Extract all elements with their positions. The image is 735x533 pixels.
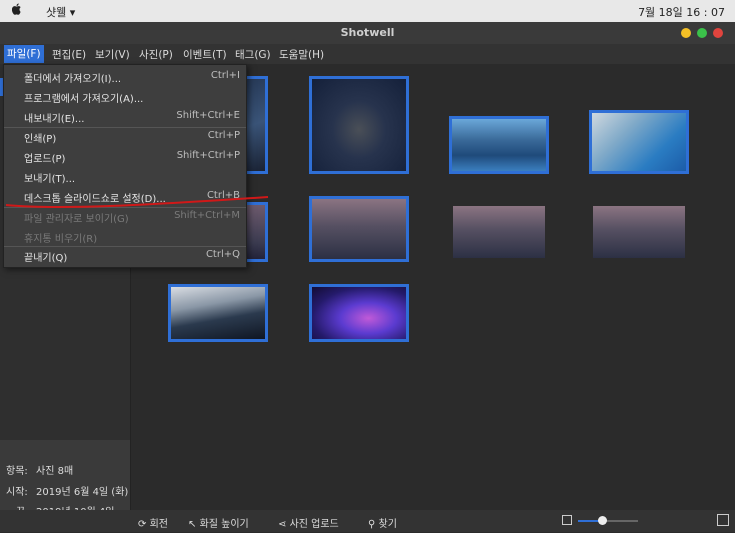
menu-help[interactable]: 도움말(H) [279,47,324,62]
menu-item-accel: Ctrl+P [207,130,240,141]
app-menu[interactable]: 샷웰 ▾ [46,4,75,20]
menu-item-accel: Shift+Ctrl+P [176,150,240,161]
menu-bar: 파일(F) 편집(E) 보기(V) 사진(P) 이벤트(T) 태그(G) 도움말… [0,44,735,64]
photo-thumbnail[interactable] [453,206,545,258]
upload-button[interactable]: ⋖ 사진 업로드 [278,515,339,530]
info-items-value: 사진 8매 [36,466,74,477]
upload-label: 사진 업로드 [289,519,339,530]
menu-item-label: 업로드(P) [24,154,66,165]
menu-item-label: 내보내기(E)... [24,114,85,125]
menu-item-export[interactable]: 내보내기(E)... Shift+Ctrl+E [4,108,246,126]
zoom-in-icon[interactable] [717,514,729,526]
photo-thumbnail[interactable] [168,284,268,342]
menu-item-upload[interactable]: 업로드(P) Shift+Ctrl+P [4,148,246,166]
menu-item-print[interactable]: 인쇄(P) Ctrl+P [4,128,246,146]
apple-menu-icon[interactable] [11,3,22,18]
menu-item-import-folder[interactable]: 폴더에서 가져오기(I)... Ctrl+I [4,68,246,86]
menu-item-accel: Ctrl+B [206,190,240,201]
window-titlebar: Shotwell [0,22,735,44]
search-icon: ⚲ [368,519,376,530]
share-icon: ⋖ [278,519,287,530]
zoom-out-icon[interactable] [562,515,572,525]
menu-item-label: 휴지통 비우기(R) [24,234,98,245]
clock[interactable]: 7월 18일 16 : 07 [638,4,725,20]
info-start-label: 시작: [6,487,28,498]
menu-item-label: 데스크톱 슬라이드쇼로 설정(D)... [24,194,166,205]
info-panel: 항목: 사진 8매 시작: 2019년 6월 4일 (화) 끝: 2019년 1… [0,440,130,533]
maximize-button[interactable] [697,28,707,38]
menu-item-quit[interactable]: 끝내기(Q) Ctrl+Q [4,247,246,265]
photo-thumbnail[interactable] [589,110,689,174]
system-top-bar: 샷웰 ▾ 7월 18일 16 : 07 [0,0,735,22]
menu-item-label: 파일 관리자로 보이기(G) [24,214,129,225]
photo-thumbnail[interactable] [309,196,409,262]
close-button[interactable] [713,28,723,38]
photo-thumbnail[interactable] [593,206,685,258]
zoom-slider[interactable] [578,516,638,525]
window-title: Shotwell [340,26,395,39]
menu-item-label: 프로그램에서 가져오기(A)... [24,94,144,105]
menu-item-label: 폴더에서 가져오기(I)... [24,74,122,85]
rotate-icon: ⟳ [138,519,147,530]
menu-tags[interactable]: 태그(G) [235,47,271,62]
menu-edit[interactable]: 편집(E) [52,47,86,62]
find-label: 찾기 [378,519,397,530]
menu-item-show-in-file-manager[interactable]: 파일 관리자로 보이기(G) Shift+Ctrl+M [4,208,246,226]
zoom-slider-handle[interactable] [598,516,607,525]
menu-item-accel: Ctrl+I [210,70,240,81]
photo-thumbnail[interactable] [309,76,409,174]
rotate-label: 회전 [149,519,168,530]
file-menu-dropdown: 폴더에서 가져오기(I)... Ctrl+I 프로그램에서 가져오기(A)...… [3,64,247,268]
menu-item-label: 보내기(T)... [24,174,76,185]
menu-item-set-desktop-slideshow[interactable]: 데스크톱 슬라이드쇼로 설정(D)... Ctrl+B [4,188,246,206]
menu-photo[interactable]: 사진(P) [139,47,173,62]
wand-icon: ↖ [188,519,197,530]
menu-item-send[interactable]: 보내기(T)... [4,168,246,186]
menu-item-accel: Ctrl+Q [205,249,240,260]
find-button[interactable]: ⚲ 찾기 [368,515,397,530]
menu-item-label: 끝내기(Q) [24,253,68,264]
enhance-button[interactable]: ↖ 화질 높이기 [188,515,249,530]
rotate-button[interactable]: ⟳ 회전 [138,515,168,530]
menu-view[interactable]: 보기(V) [95,47,130,62]
menu-item-accel: Shift+Ctrl+M [174,210,240,221]
menu-item-label: 인쇄(P) [24,134,57,145]
info-start-value: 2019년 6월 4일 (화) [36,487,129,498]
minimize-button[interactable] [681,28,691,38]
menu-item-empty-trash[interactable]: 휴지통 비우기(R) [4,228,246,246]
menu-file[interactable]: 파일(F) [4,45,44,63]
menu-item-import-app[interactable]: 프로그램에서 가져오기(A)... [4,88,246,106]
menu-events[interactable]: 이벤트(T) [183,47,227,62]
photo-thumbnail[interactable] [449,116,549,174]
enhance-label: 화질 높이기 [199,519,249,530]
photo-thumbnail[interactable] [309,284,409,342]
bottom-toolbar: ⟳ 회전 ↖ 화질 높이기 ⋖ 사진 업로드 ⚲ 찾기 [0,510,735,532]
info-items-label: 항목: [6,466,28,477]
menu-item-accel: Shift+Ctrl+E [176,110,240,121]
